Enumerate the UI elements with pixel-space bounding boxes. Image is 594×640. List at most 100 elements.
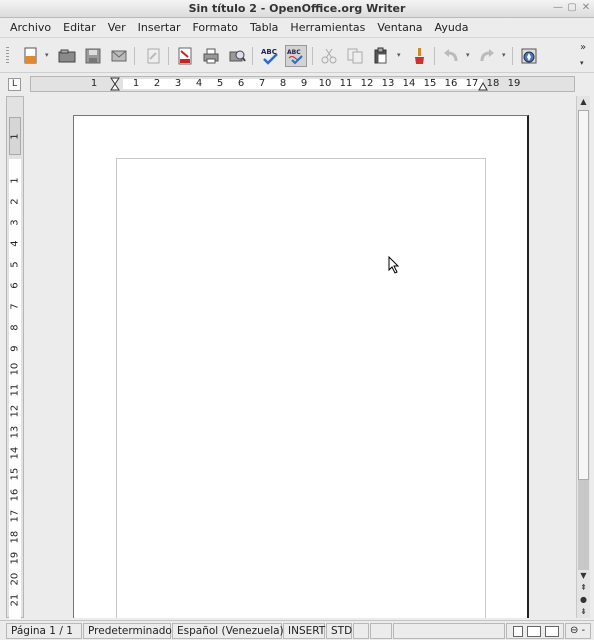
maximize-icon[interactable]: ▢ xyxy=(566,2,578,14)
toolbar-separator xyxy=(168,47,169,65)
minimize-icon[interactable]: — xyxy=(552,2,564,14)
previous-page-icon[interactable]: ⇞ xyxy=(577,582,590,594)
window-title: Sin título 2 - OpenOffice.org Writer xyxy=(188,2,406,15)
toolbar-separator xyxy=(512,47,513,65)
multi-page-view-icon[interactable] xyxy=(527,626,541,637)
vertical-ruler-number: 18 xyxy=(9,530,21,544)
single-page-view-icon[interactable] xyxy=(513,626,523,637)
ruler-number: 7 xyxy=(258,78,266,89)
ruler-number: 17 xyxy=(465,78,479,89)
menu-herramientas[interactable]: Herramientas xyxy=(284,21,371,34)
redo-icon[interactable] xyxy=(476,45,498,67)
email-icon[interactable] xyxy=(108,45,130,67)
close-icon[interactable]: ✕ xyxy=(580,2,592,14)
vertical-ruler-number: 20 xyxy=(9,572,21,586)
zoom-out-icon[interactable]: ⊖ - xyxy=(565,623,591,639)
ruler-number: 1 xyxy=(132,78,140,89)
vertical-ruler-number: 5 xyxy=(9,261,21,268)
vertical-ruler[interactable]: 1 1 2 3 4 5 6 7 8 9 10 11 12 13 14 15 16 17 18 19 20 21 xyxy=(6,96,24,619)
edit-file-icon[interactable] xyxy=(142,45,164,67)
status-selection-mode[interactable]: STD xyxy=(326,623,352,639)
document-area[interactable] xyxy=(27,96,575,618)
print-preview-icon[interactable] xyxy=(226,45,248,67)
toolbar-grip[interactable] xyxy=(6,47,9,65)
copy-icon[interactable] xyxy=(344,45,366,67)
menu-ver[interactable]: Ver xyxy=(102,21,132,34)
ruler-number: 6 xyxy=(237,78,245,89)
vertical-ruler-number: 11 xyxy=(9,383,21,397)
vertical-ruler-number: 8 xyxy=(9,324,21,331)
ruler-number: 5 xyxy=(216,78,224,89)
left-indent-marker[interactable] xyxy=(110,77,120,91)
vertical-ruler-number: 10 xyxy=(9,362,21,376)
toolbar-separator xyxy=(312,47,313,65)
vertical-ruler-number: 19 xyxy=(9,551,21,565)
status-document-modified[interactable] xyxy=(353,623,369,639)
toolbar-menu-dropdown-icon[interactable]: ▾ xyxy=(580,59,589,68)
undo-dropdown-icon[interactable]: ▾ xyxy=(466,52,471,59)
save-icon[interactable] xyxy=(82,45,104,67)
scrollbar-trough[interactable] xyxy=(578,480,589,570)
menu-editar[interactable]: Editar xyxy=(57,21,102,34)
horizontal-ruler[interactable]: 1 1 2 3 4 5 6 7 8 9 10 11 12 13 14 15 16 17 18 19 xyxy=(30,76,575,92)
ruler-number: 13 xyxy=(381,78,395,89)
vertical-ruler-number: 6 xyxy=(9,282,21,289)
text-boundary[interactable] xyxy=(116,158,486,618)
vertical-ruler-number: 2 xyxy=(9,198,21,205)
document-page[interactable] xyxy=(73,115,529,618)
vertical-ruler-number: 7 xyxy=(9,303,21,310)
menu-insertar[interactable]: Insertar xyxy=(132,21,187,34)
tab-selector-button[interactable]: L xyxy=(8,78,21,91)
menu-formato[interactable]: Formato xyxy=(187,21,245,34)
status-page-style[interactable]: Predeterminado xyxy=(83,623,172,639)
title-bar: Sin título 2 - OpenOffice.org Writer — ▢… xyxy=(0,0,594,18)
spellcheck-icon[interactable]: ABC xyxy=(259,45,281,67)
ruler-number: 8 xyxy=(279,78,287,89)
ruler-number: 12 xyxy=(360,78,374,89)
vertical-ruler-number: 17 xyxy=(9,509,21,523)
vertical-ruler-number: 9 xyxy=(9,345,21,352)
scroll-up-icon[interactable]: ▲ xyxy=(577,96,590,108)
redo-dropdown-icon[interactable]: ▾ xyxy=(502,52,507,59)
cut-icon[interactable] xyxy=(318,45,340,67)
navigation-icon[interactable]: ● xyxy=(577,594,590,606)
pdf-icon[interactable] xyxy=(174,45,196,67)
toolbar-separator xyxy=(134,47,135,65)
ruler-number: 14 xyxy=(402,78,416,89)
print-icon[interactable] xyxy=(200,45,222,67)
undo-icon[interactable] xyxy=(440,45,462,67)
menu-archivo[interactable]: Archivo xyxy=(4,21,57,34)
navigator-icon[interactable] xyxy=(518,45,540,67)
open-icon[interactable] xyxy=(56,45,78,67)
format-paintbrush-icon[interactable] xyxy=(408,45,430,67)
status-page[interactable]: Página 1 / 1 xyxy=(6,623,82,639)
ruler-number: 2 xyxy=(153,78,161,89)
menu-bar: Archivo Editar Ver Insertar Formato Tabl… xyxy=(0,18,594,38)
paste-icon[interactable] xyxy=(370,45,392,67)
menu-ayuda[interactable]: Ayuda xyxy=(429,21,475,34)
status-language[interactable]: Español (Venezuela) xyxy=(172,623,284,639)
toolbar-separator xyxy=(434,47,435,65)
autospellcheck-icon[interactable]: ABC xyxy=(285,45,307,67)
vertical-ruler-number: 1 xyxy=(9,177,21,184)
status-digital-signature[interactable] xyxy=(370,623,392,639)
vertical-ruler-number: 16 xyxy=(9,488,21,502)
status-insert-mode[interactable]: INSERT xyxy=(283,623,325,639)
paste-dropdown-icon[interactable]: ▾ xyxy=(397,52,402,59)
menu-tabla[interactable]: Tabla xyxy=(244,21,284,34)
vertical-scrollbar[interactable]: ▲ ▼ ⇞ ● ⇟ xyxy=(576,96,590,618)
ruler-number: 1 xyxy=(90,78,98,89)
scroll-down-icon[interactable]: ▼ xyxy=(577,570,590,582)
toolbar-overflow-icon[interactable]: » xyxy=(580,42,586,53)
next-page-icon[interactable]: ⇟ xyxy=(577,606,590,618)
menu-ventana[interactable]: Ventana xyxy=(371,21,428,34)
standard-toolbar: ▾ ABC ABC ▾ ▾ ▾ » ▾ xyxy=(0,39,594,73)
status-view-layout xyxy=(506,623,564,639)
ruler-number: 11 xyxy=(339,78,353,89)
new-dropdown-icon[interactable]: ▾ xyxy=(45,52,50,59)
book-view-icon[interactable] xyxy=(545,626,559,637)
new-icon[interactable] xyxy=(20,45,42,67)
status-object-info xyxy=(393,623,505,639)
scrollbar-thumb[interactable] xyxy=(578,110,589,480)
vertical-ruler-number: 3 xyxy=(9,219,21,226)
